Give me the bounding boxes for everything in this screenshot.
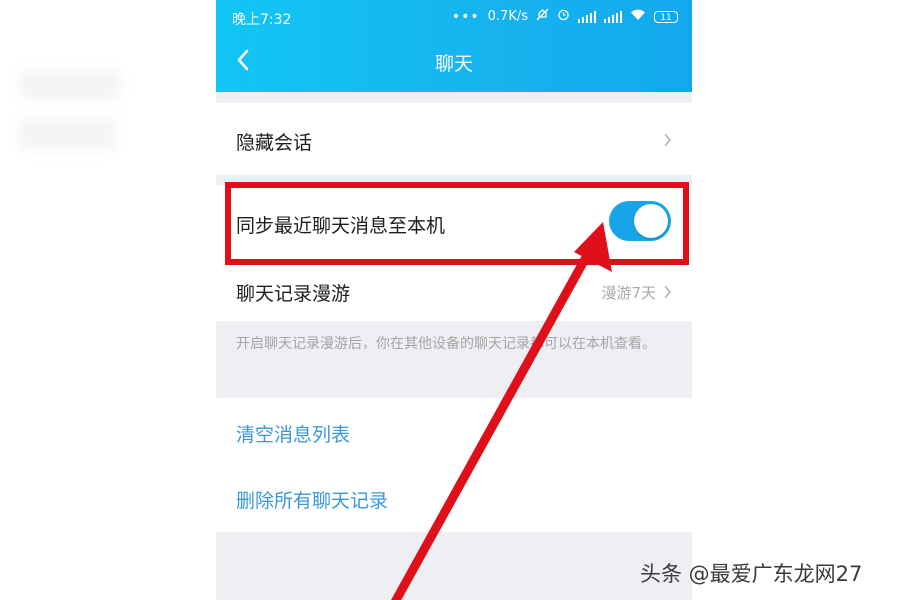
watermark: 头条 @最爱广东龙网27 [640, 562, 863, 586]
red-arrow-annotation [391, 222, 612, 600]
